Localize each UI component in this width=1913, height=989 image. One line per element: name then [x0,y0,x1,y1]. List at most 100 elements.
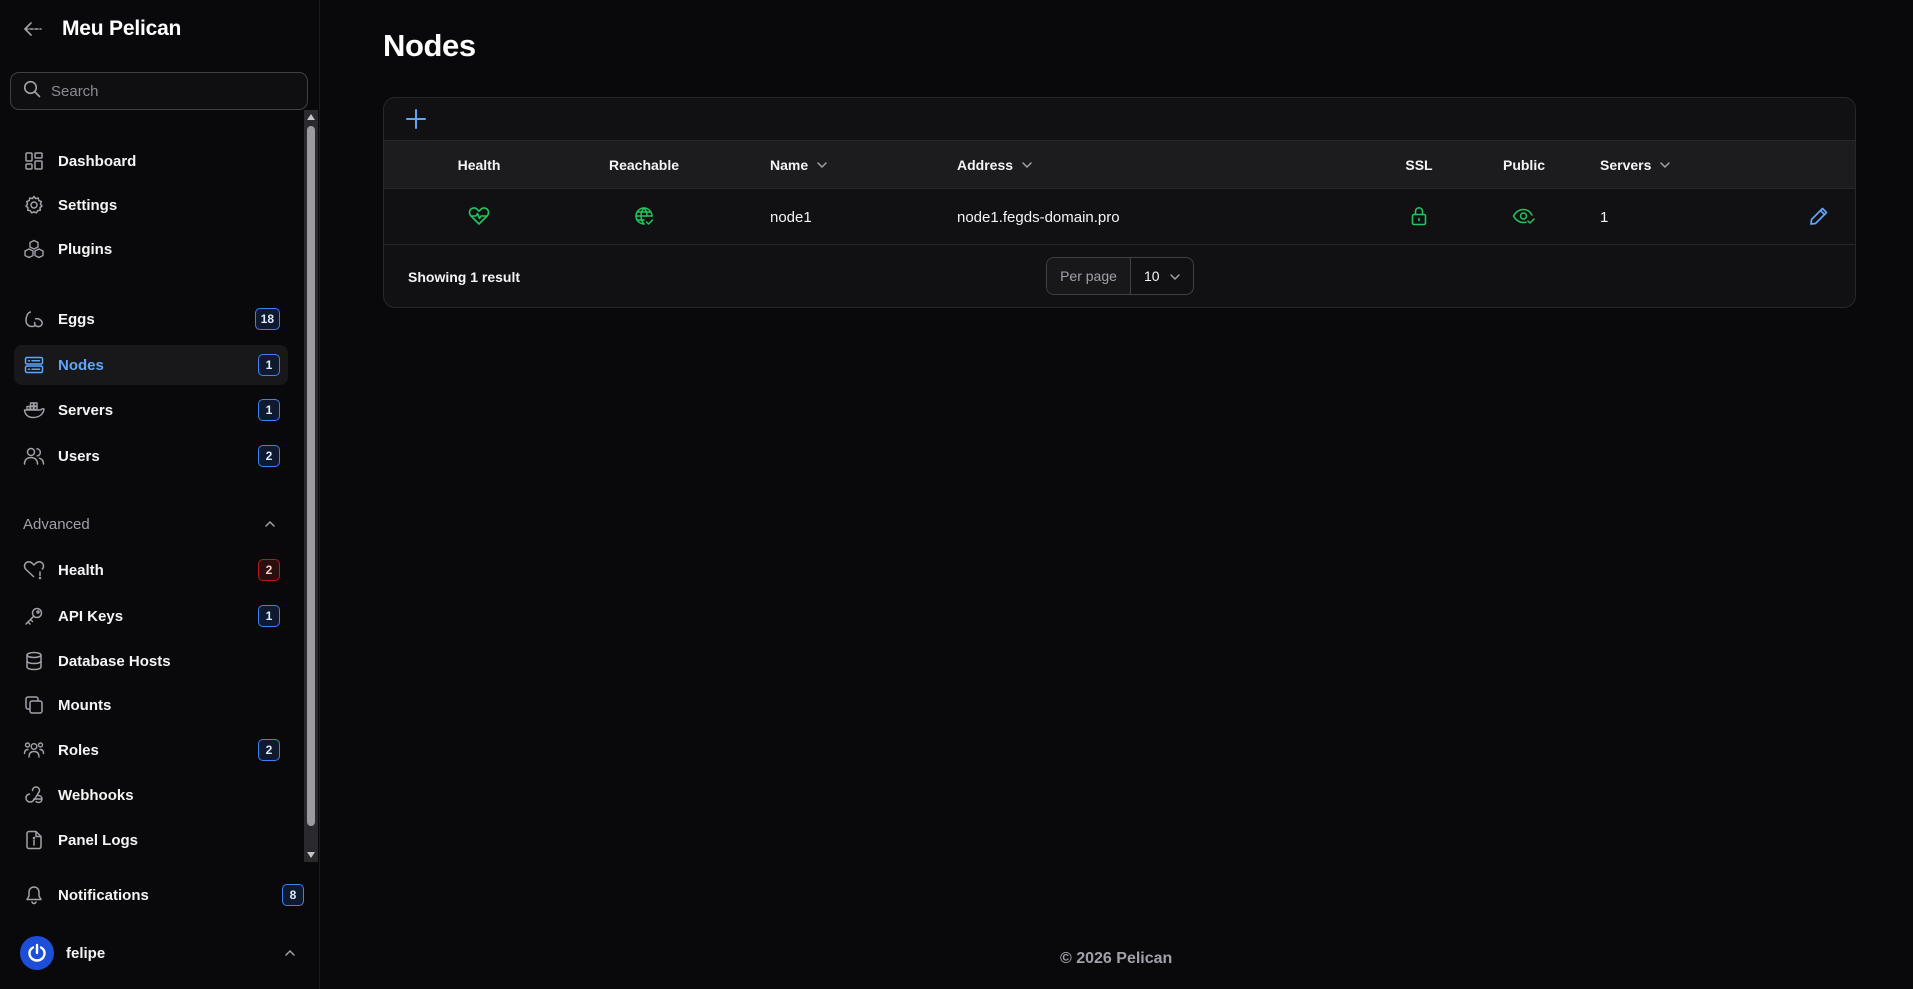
sidebar-item-label: Settings [58,196,118,214]
table-row[interactable]: node1 node1.fegds-domain.pro 1 [384,190,1855,245]
sidebar-item-settings[interactable]: Settings [14,185,288,225]
chevron-up-icon[interactable] [260,514,280,534]
scroll-down-icon[interactable] [306,850,316,860]
scroll-up-icon[interactable] [306,112,316,122]
api-keys-count-badge: 1 [258,605,280,627]
page-footer: © 2026 Pelican [1060,950,1173,967]
sidebar-item-api-keys[interactable]: API Keys 1 [14,596,288,636]
sidebar-item-health[interactable]: Health 2 [14,550,288,590]
column-header-name[interactable]: Name [770,141,910,189]
user-group-icon [23,739,45,761]
column-header-health: Health [457,157,501,173]
column-header-label: Name [770,157,809,173]
sidebar-item-label: API Keys [58,607,124,625]
server-stack-icon [23,354,45,376]
dashboard-icon [23,150,45,172]
notifications-button[interactable]: Notifications 8 [14,875,304,915]
sidebar-item-label: Users [58,447,100,465]
sidebar-item-webhooks[interactable]: Webhooks [14,775,288,815]
node-servers-cell: 1 [1600,209,1609,226]
column-header-servers[interactable]: Servers [1600,141,1740,189]
node-address-cell: node1.fegds-domain.pro [957,209,1120,226]
scrollbar-thumb[interactable] [307,126,315,826]
sidebar: Meu Pelican Dashboard [0,0,320,989]
servers-count-badge: 1 [258,399,280,421]
add-node-button[interactable] [404,107,428,131]
per-page-label: Per page [1047,258,1131,294]
sidebar-item-servers[interactable]: Servers 1 [14,390,288,430]
sidebar-item-label: Panel Logs [58,831,139,849]
advanced-group-label: Advanced [23,516,90,533]
eggs-count-badge: 18 [254,308,280,330]
nodes-count-badge: 1 [258,354,280,376]
sidebar-scrollbar[interactable] [304,110,318,862]
notifications-label: Notifications [58,886,149,904]
sidebar-item-nodes[interactable]: Nodes 1 [14,345,288,385]
sidebar-item-label: Health [58,561,104,579]
table-footer: Showing 1 result Per page 10 [384,246,1855,307]
chevron-down-icon[interactable] [1021,159,1033,171]
egg-icon [23,308,45,330]
docker-icon [23,399,45,421]
column-header-label: Servers [1600,157,1652,173]
sidebar-item-label: Roles [58,741,99,759]
per-page-select[interactable]: 10 [1131,258,1193,294]
globe-check-icon [633,205,655,231]
pencil-icon [1809,206,1829,230]
page-title: Nodes [383,28,476,63]
sidebar-item-panel-logs[interactable]: Panel Logs [14,820,288,860]
sidebar-item-label: Servers [58,401,114,419]
back-arrow-icon[interactable] [20,16,46,42]
edit-node-button[interactable] [1804,190,1834,245]
sidebar-item-database-hosts[interactable]: Database Hosts [14,641,288,681]
key-icon [23,605,45,627]
brand-title: Meu Pelican [62,17,182,40]
search-icon [23,80,41,103]
public-status-cell [1479,190,1569,245]
sidebar-item-label: Eggs [58,310,95,328]
column-header-address[interactable]: Address [957,141,1157,189]
sidebar-item-users[interactable]: Users 2 [14,436,288,476]
roles-count-badge: 2 [258,739,280,761]
notifications-count-badge: 8 [282,884,304,906]
table-toolbar [384,98,1855,141]
column-header-reachable: Reachable [608,157,680,173]
user-name: felipe [66,944,106,962]
eye-check-icon [1512,207,1536,229]
database-icon [23,650,45,672]
sidebar-item-plugins[interactable]: Plugins [14,229,288,269]
sidebar-item-dashboard[interactable]: Dashboard [14,141,288,181]
chevron-down-icon[interactable] [816,159,828,171]
chevron-up-icon[interactable] [280,943,300,963]
sidebar-item-label: Mounts [58,696,112,714]
node-name-cell[interactable]: node1 [770,190,940,245]
sidebar-item-label: Plugins [58,240,113,258]
sidebar-item-eggs[interactable]: Eggs 18 [14,299,288,339]
heart-pulse-icon [468,206,490,230]
results-count: Showing 1 result [408,269,521,285]
lock-icon [1410,206,1428,230]
per-page-control: Per page 10 [1046,257,1194,295]
search-box[interactable] [10,72,308,110]
brand: Meu Pelican [20,12,181,46]
sidebar-item-roles[interactable]: Roles 2 [14,730,288,770]
file-info-icon [23,829,45,851]
layers-icon [23,694,45,716]
sidebar-item-label: Database Hosts [58,652,171,670]
table-header: Health Reachable Name Address SSL Public… [384,141,1855,189]
health-status-cell [424,190,534,245]
webhook-icon [23,784,45,806]
chevron-down-icon[interactable] [1659,159,1671,171]
user-menu[interactable]: felipe [20,936,300,970]
per-page-value: 10 [1144,268,1160,284]
column-header-ssl: SSL [1405,157,1433,173]
reachable-status-cell [584,190,704,245]
chevron-down-icon [1169,271,1181,283]
column-header-label: Address [957,157,1014,173]
sidebar-item-label: Dashboard [58,152,137,170]
health-count-badge: 2 [258,559,280,581]
search-input[interactable] [51,82,291,100]
gear-icon [23,194,45,216]
sidebar-item-mounts[interactable]: Mounts [14,685,288,725]
users-count-badge: 2 [258,445,280,467]
